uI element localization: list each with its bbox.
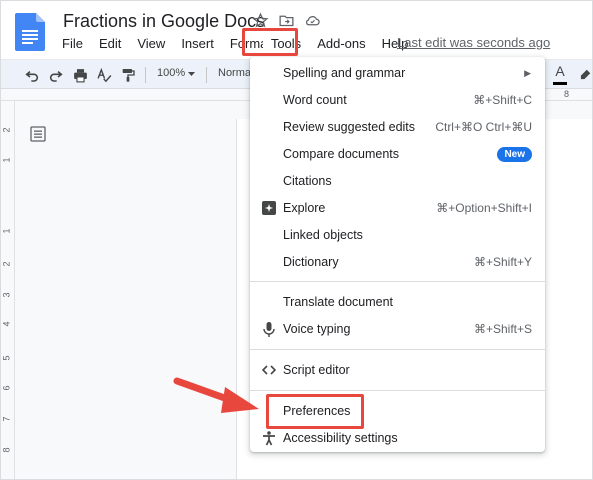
paint-format-icon[interactable]	[118, 65, 138, 85]
google-docs-logo-icon[interactable]	[15, 13, 45, 51]
cloud-status-icon[interactable]	[304, 12, 321, 29]
ruler-label: 1	[1, 157, 12, 163]
document-outline-icon[interactable]	[30, 126, 46, 142]
menu-view[interactable]: View	[129, 35, 173, 53]
app-window: Fractions in Google Docs File Edit View …	[0, 0, 593, 480]
text-color-letter: A	[555, 63, 565, 79]
menu-item-label: Dictionary	[283, 255, 339, 269]
menu-item-shortcut: ⌘+Shift+Y	[473, 255, 532, 269]
ruler-label: 8	[564, 89, 570, 99]
title-actions	[252, 12, 321, 29]
ruler-label: 2	[1, 127, 12, 133]
menu-item-label: Voice typing	[283, 322, 351, 336]
tools-highlight-box	[242, 28, 298, 56]
menu-item-spelling-grammar[interactable]: Spelling and grammar ▶	[250, 60, 545, 86]
menu-item-word-count[interactable]: Word count ⌘+Shift+C	[250, 87, 545, 113]
menu-bar: File Edit View Insert Format Tools Add-o…	[54, 35, 416, 53]
ruler-label: 8	[1, 447, 12, 453]
print-icon[interactable]	[70, 65, 90, 85]
menu-item-label: Explore	[283, 201, 326, 215]
menu-item-explore[interactable]: Explore ⌘+Option+Shift+I	[250, 195, 545, 221]
move-folder-icon[interactable]	[278, 12, 295, 29]
zoom-select[interactable]: 100%	[157, 67, 185, 79]
document-title[interactable]: Fractions in Google Docs	[63, 11, 265, 32]
accessibility-icon	[261, 430, 277, 446]
menu-divider	[250, 349, 545, 350]
code-icon	[261, 362, 277, 378]
menu-item-label: Linked objects	[283, 228, 363, 242]
highlight-pen-icon[interactable]	[575, 65, 592, 85]
menu-item-script-editor[interactable]: Script editor	[250, 357, 545, 383]
menu-item-label: Script editor	[283, 363, 350, 377]
new-badge: New	[497, 146, 532, 162]
toolbar-divider	[145, 67, 146, 83]
ruler-label: 3	[1, 292, 12, 298]
star-icon[interactable]	[252, 12, 269, 29]
menu-item-dictionary[interactable]: Dictionary ⌘+Shift+Y	[250, 249, 545, 275]
undo-icon[interactable]	[22, 65, 42, 85]
preferences-highlight-box	[266, 394, 364, 429]
menu-edit[interactable]: Edit	[91, 35, 129, 53]
menu-item-review-suggested-edits[interactable]: Review suggested edits Ctrl+⌘O Ctrl+⌘U	[250, 114, 545, 140]
menu-file[interactable]: File	[54, 35, 91, 53]
pointer-arrow-icon	[173, 377, 259, 413]
chevron-down-icon	[188, 72, 195, 76]
menu-insert[interactable]: Insert	[173, 35, 222, 53]
tools-menu-dropdown: Spelling and grammar ▶ Word count ⌘+Shif…	[250, 57, 545, 452]
menu-item-citations[interactable]: Citations	[250, 168, 545, 194]
menu-item-translate-document[interactable]: Translate document	[250, 289, 545, 315]
menu-item-shortcut: ⌘+Shift+S	[473, 322, 532, 336]
menu-item-label: Compare documents	[283, 147, 400, 161]
menu-item-label: Spelling and grammar	[283, 66, 406, 80]
last-edit-link[interactable]: Last edit was seconds ago	[397, 35, 550, 50]
menu-item-linked-objects[interactable]: Linked objects	[250, 222, 545, 248]
ruler-label: 2	[1, 261, 12, 267]
spellcheck-icon[interactable]	[94, 65, 114, 85]
vertical-ruler[interactable]: 2 1 1 2 3 4 5 6 7 8	[1, 101, 15, 479]
menu-item-compare-documents[interactable]: Compare documents New	[250, 141, 545, 167]
redo-icon[interactable]	[46, 65, 66, 85]
microphone-icon	[261, 321, 277, 337]
menu-divider	[250, 390, 545, 391]
text-color-button[interactable]: A	[553, 63, 567, 85]
ruler-label: 7	[1, 416, 12, 422]
explore-icon	[261, 200, 277, 216]
paragraph-style-select[interactable]: Normal	[218, 67, 253, 79]
ruler-label: 1	[1, 228, 12, 234]
menu-item-shortcut: ⌘+Option+Shift+I	[436, 201, 532, 215]
submenu-arrow-icon: ▶	[524, 67, 531, 78]
menu-divider	[250, 281, 545, 282]
menu-item-label: Accessibility settings	[283, 431, 398, 445]
text-color-swatch	[553, 82, 567, 85]
ruler-label: 4	[1, 321, 12, 327]
menu-item-voice-typing[interactable]: Voice typing ⌘+Shift+S	[250, 316, 545, 342]
menu-item-label: Translate document	[283, 295, 394, 309]
menu-addons[interactable]: Add-ons	[309, 35, 373, 53]
ruler-label: 5	[1, 355, 12, 361]
ruler-label: 6	[1, 385, 12, 391]
menu-item-shortcut: ⌘+Shift+C	[473, 93, 532, 107]
menu-item-label: Citations	[283, 174, 332, 188]
toolbar-divider	[206, 67, 207, 83]
menu-item-label: Word count	[283, 93, 347, 107]
menu-item-label: Review suggested edits	[283, 120, 416, 134]
menu-item-shortcut: Ctrl+⌘O Ctrl+⌘U	[435, 120, 532, 134]
